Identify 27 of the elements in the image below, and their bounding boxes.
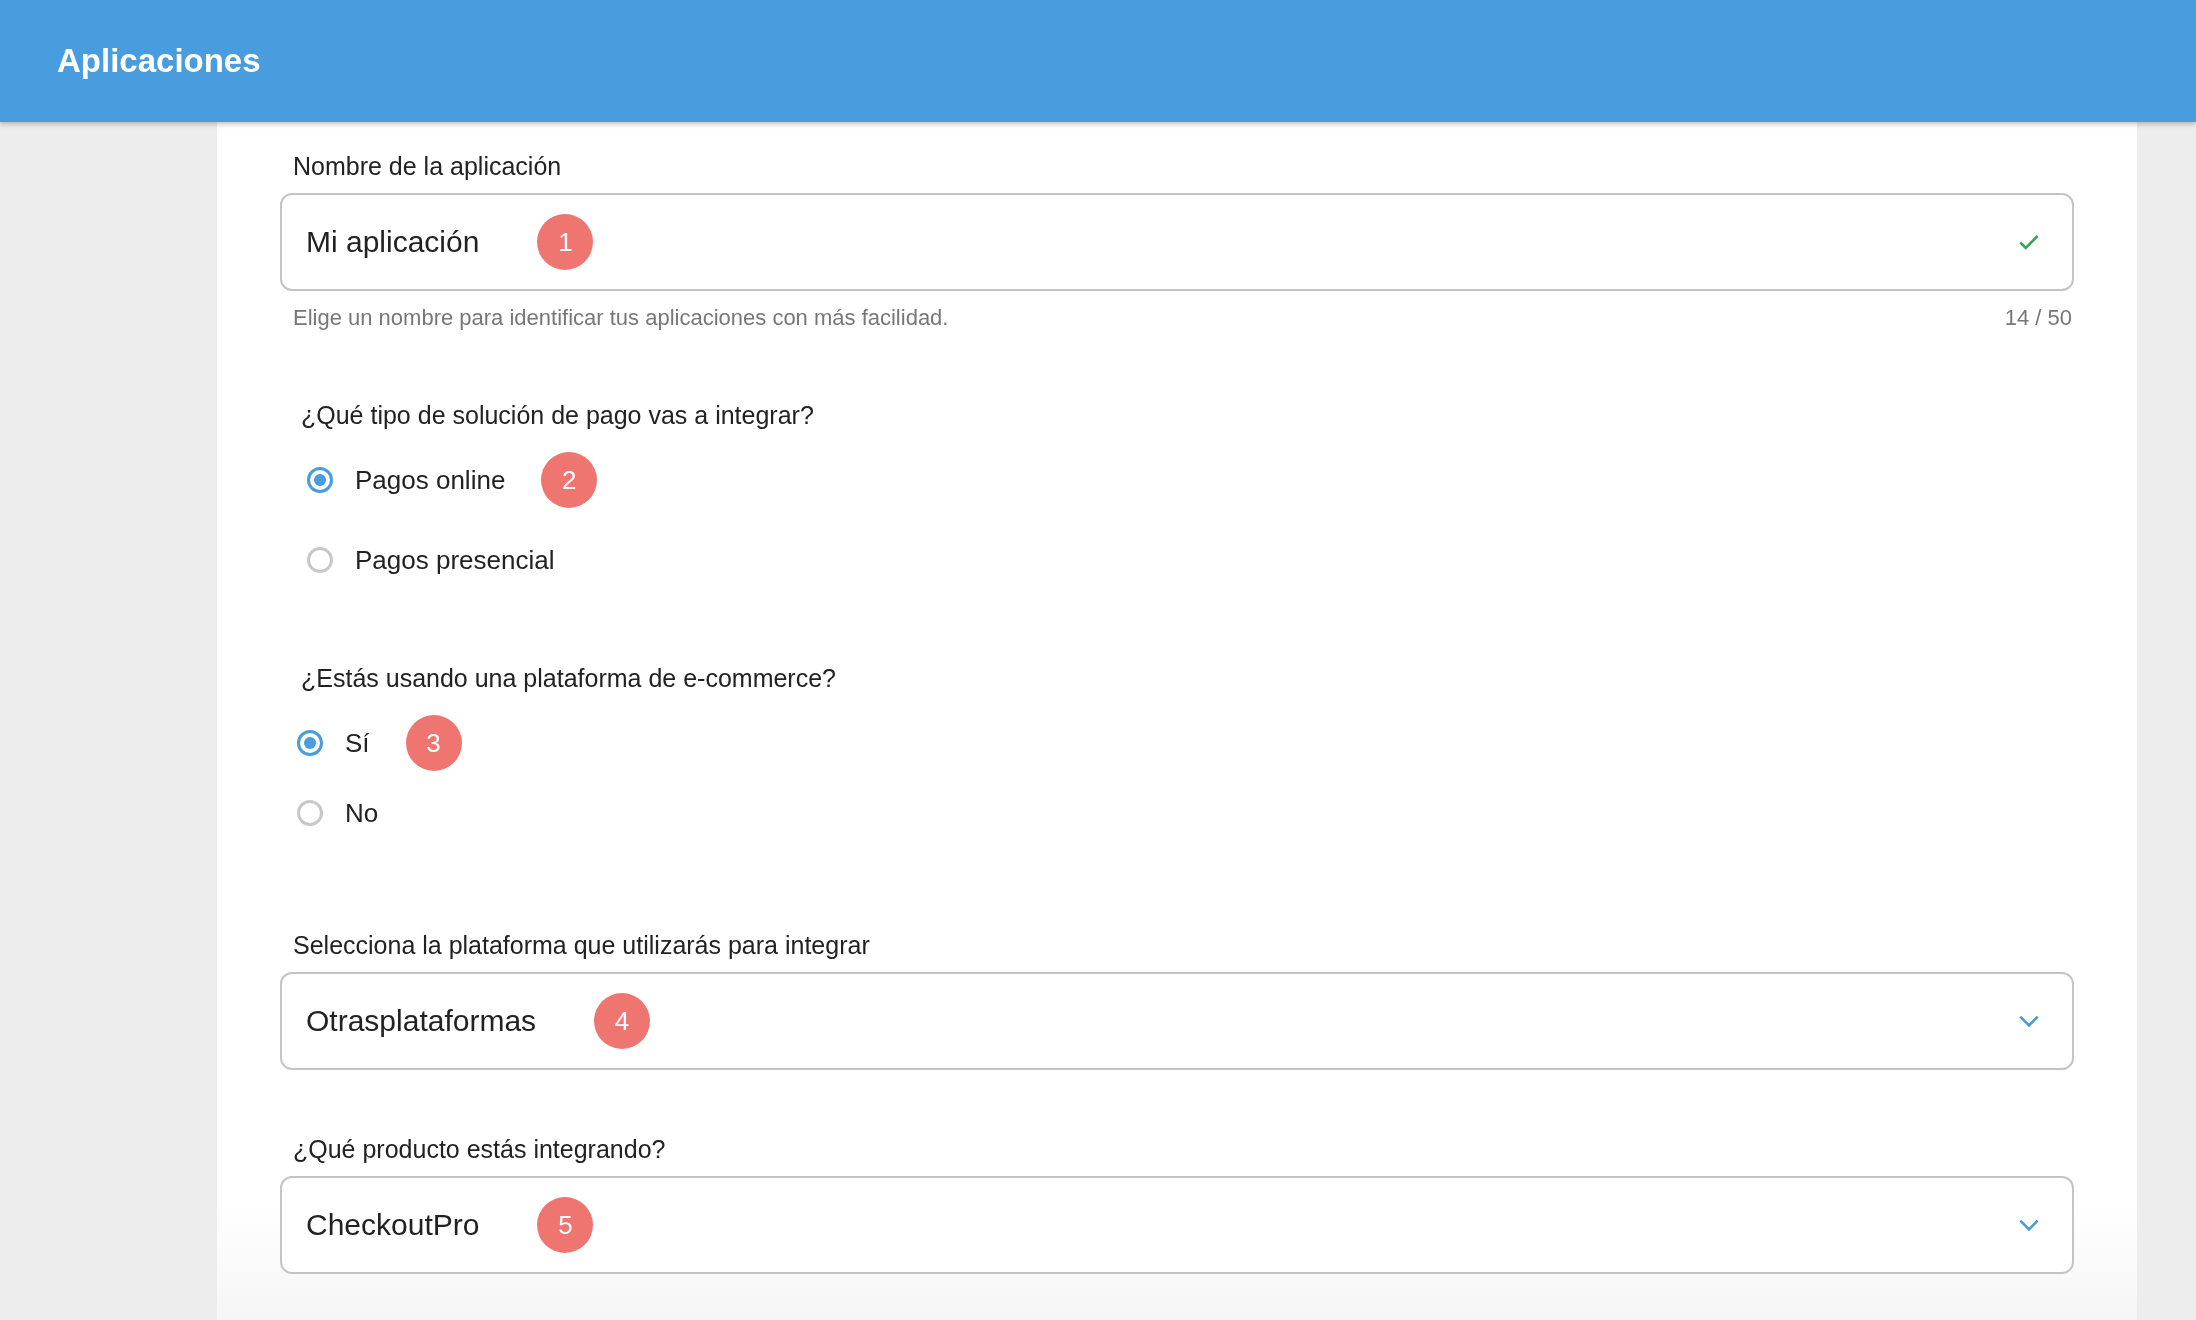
field-value: Mi aplicación [306,225,480,259]
radio-label[interactable]: Sí [345,727,370,759]
radio-label[interactable]: No [345,797,379,829]
step-marker: 2 [541,452,598,508]
selected-value: CheckoutPro [306,1208,480,1242]
text-input-field[interactable]: Mi aplicación 1 [280,193,2074,291]
helper-text: Elige un nombre para identificar tus aplicaciones con más facilidad. [293,305,949,331]
radio-label[interactable]: Pagos presencial [355,544,555,576]
radio-button[interactable] [297,730,323,756]
step-marker: 5 [537,1197,594,1253]
question-text: ¿Qué tipo de solución de pago vas a integrar? [300,401,815,430]
radio-button[interactable] [307,547,333,573]
radio-button[interactable] [297,800,323,826]
character-counter: 14 / 50 [2004,305,2072,331]
field-label: Nombre de la aplicación [292,152,563,181]
step-marker: 3 [405,715,462,771]
step-marker: 4 [594,993,651,1049]
radio-label[interactable]: Pagos online [355,464,506,496]
field-label: Selecciona la plataforma que utilizarás para integrar [292,931,871,960]
selected-value: Otrasplataformas [306,1004,537,1038]
dropdown-field[interactable]: CheckoutPro 5 [280,1176,2074,1274]
question-text: ¿Estás usando una plataforma de e-commerce? [300,664,837,693]
field-label: ¿Qué producto estás integrando? [292,1135,667,1164]
dropdown-field[interactable]: Otrasplataformas 4 [280,972,2074,1070]
step-marker: 1 [537,214,594,270]
radio-button[interactable] [307,467,333,493]
page-title: Aplicaciones [57,42,261,80]
